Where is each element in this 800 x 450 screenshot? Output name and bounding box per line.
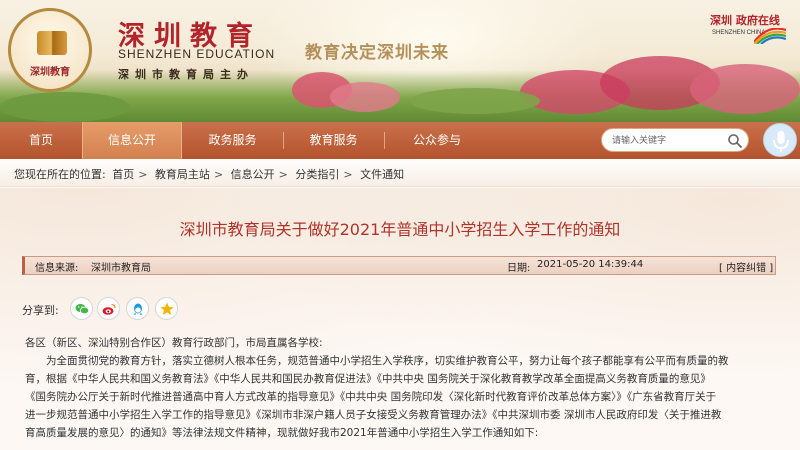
breadcrumb-bar: 您现在所在的位置: 首页 > 教育局主站 > 信息公开 > 分类指引 > 文件通知 [0,159,800,187]
article-meta-bar: 信息来源: 深圳市教育局 日期: 2021-05-20 14:39:44 [ 内… [22,256,776,275]
body-paragraph: 各区（新区、深汕特别合作区）教育行政部门，市局直属各学校: [25,337,323,349]
body-paragraph: 《国务院办公厅关于新时代推进普通高中育人方式改革的指导意见》《中共中央 国务院印… [25,391,717,403]
site-banner: 深圳教育 深圳教育 SHENZHEN EDUCATION 深圳市教育局主办 教育… [0,0,800,122]
site-title-en: SHENZHEN EDUCATION [118,47,276,61]
date-label: 日期: [507,263,531,274]
qq-icon [133,303,143,315]
breadcrumb-item-main-site[interactable]: 教育局主站 [155,168,210,181]
share-label: 分享到: [22,304,59,317]
book-icon [37,31,67,55]
search-input[interactable] [612,132,720,149]
site-logo[interactable]: 深圳教育 [8,8,92,92]
nav-item-info-disclosure[interactable]: 信息公开 [82,122,182,159]
search-icon[interactable] [727,133,743,149]
wechat-icon [75,304,90,315]
qzone-icon [160,302,174,315]
share-qzone-button[interactable] [155,297,178,320]
publish-date: 2021-05-20 14:39:44 [537,259,644,270]
nav-item-home[interactable]: 首页 [0,122,82,159]
nav-item-government-services[interactable]: 政务服务 [182,122,283,159]
body-paragraph: 育高质量发展的意见〉的通知》等法律法规文件精神，现就做好我市2021年普通中小学… [25,427,539,439]
article-title: 深圳市教育局关于做好2021年普通中小学招生入学工作的通知 [179,220,621,239]
logo-text: 深圳教育 [30,67,70,78]
breadcrumb: 您现在所在的位置: 首页 > 教育局主站 > 信息公开 > 分类指引 > 文件通知 [14,166,407,182]
share-wechat-button[interactable] [70,297,93,320]
site-slogan: 教育决定深圳未来 [305,43,449,63]
source-value: 深圳市教育局 [91,263,151,274]
source-label: 信息来源: [35,263,79,274]
body-paragraph: 为全面贯彻党的教育方针，落实立德树人根本任务，规范普通中小学招生入学秩序，切实维… [46,355,729,367]
breadcrumb-separator: > [278,168,288,181]
breadcrumb-separator: > [138,168,148,181]
body-paragraph: 进一步规范普通中小学招生入学工作的指导意见》《深圳市非深户籍人员子女接受义务教育… [25,409,722,421]
breadcrumb-item-category-guide[interactable]: 分类指引 [295,168,339,181]
nav-item-education-services[interactable]: 教育服务 [283,122,384,159]
body-paragraph: 育，根据《中华人民共和国义务教育法》《中华人民共和国民办教育促进法》《中共中央 … [25,373,711,385]
rainbow-stripes-icon [754,28,786,44]
breadcrumb-item-info-disclosure[interactable]: 信息公开 [231,168,275,181]
share-weibo-button[interactable] [97,297,120,320]
breadcrumb-separator: > [213,168,224,181]
share-qq-button[interactable] [126,297,149,320]
breadcrumb-separator: > [343,168,353,181]
breadcrumb-prefix: 您现在所在的位置: [14,168,106,181]
content-correction-link[interactable]: [ 内容纠错 ] [719,259,773,274]
article-body: 各区（新区、深汕特别合作区）教育行政部门，市局直属各学校: 为全面贯彻党的教育方… [25,334,780,442]
search-box [601,128,749,152]
voice-search-button[interactable] [763,123,797,157]
site-subtitle: 深圳市教育局主办 [118,68,254,81]
breadcrumb-item-file-notices[interactable]: 文件通知 [360,168,404,181]
shenzhen-city-logo[interactable]: 深圳 政府在线 SHENZHEN CHINA [706,12,786,48]
microphone-icon [773,131,789,152]
breadcrumb-item-home[interactable]: 首页 [112,168,134,181]
weibo-icon [102,303,116,315]
city-logo-cn: 深圳 政府在线 [710,14,780,27]
nav-item-public-participation[interactable]: 公众参与 [384,122,490,159]
